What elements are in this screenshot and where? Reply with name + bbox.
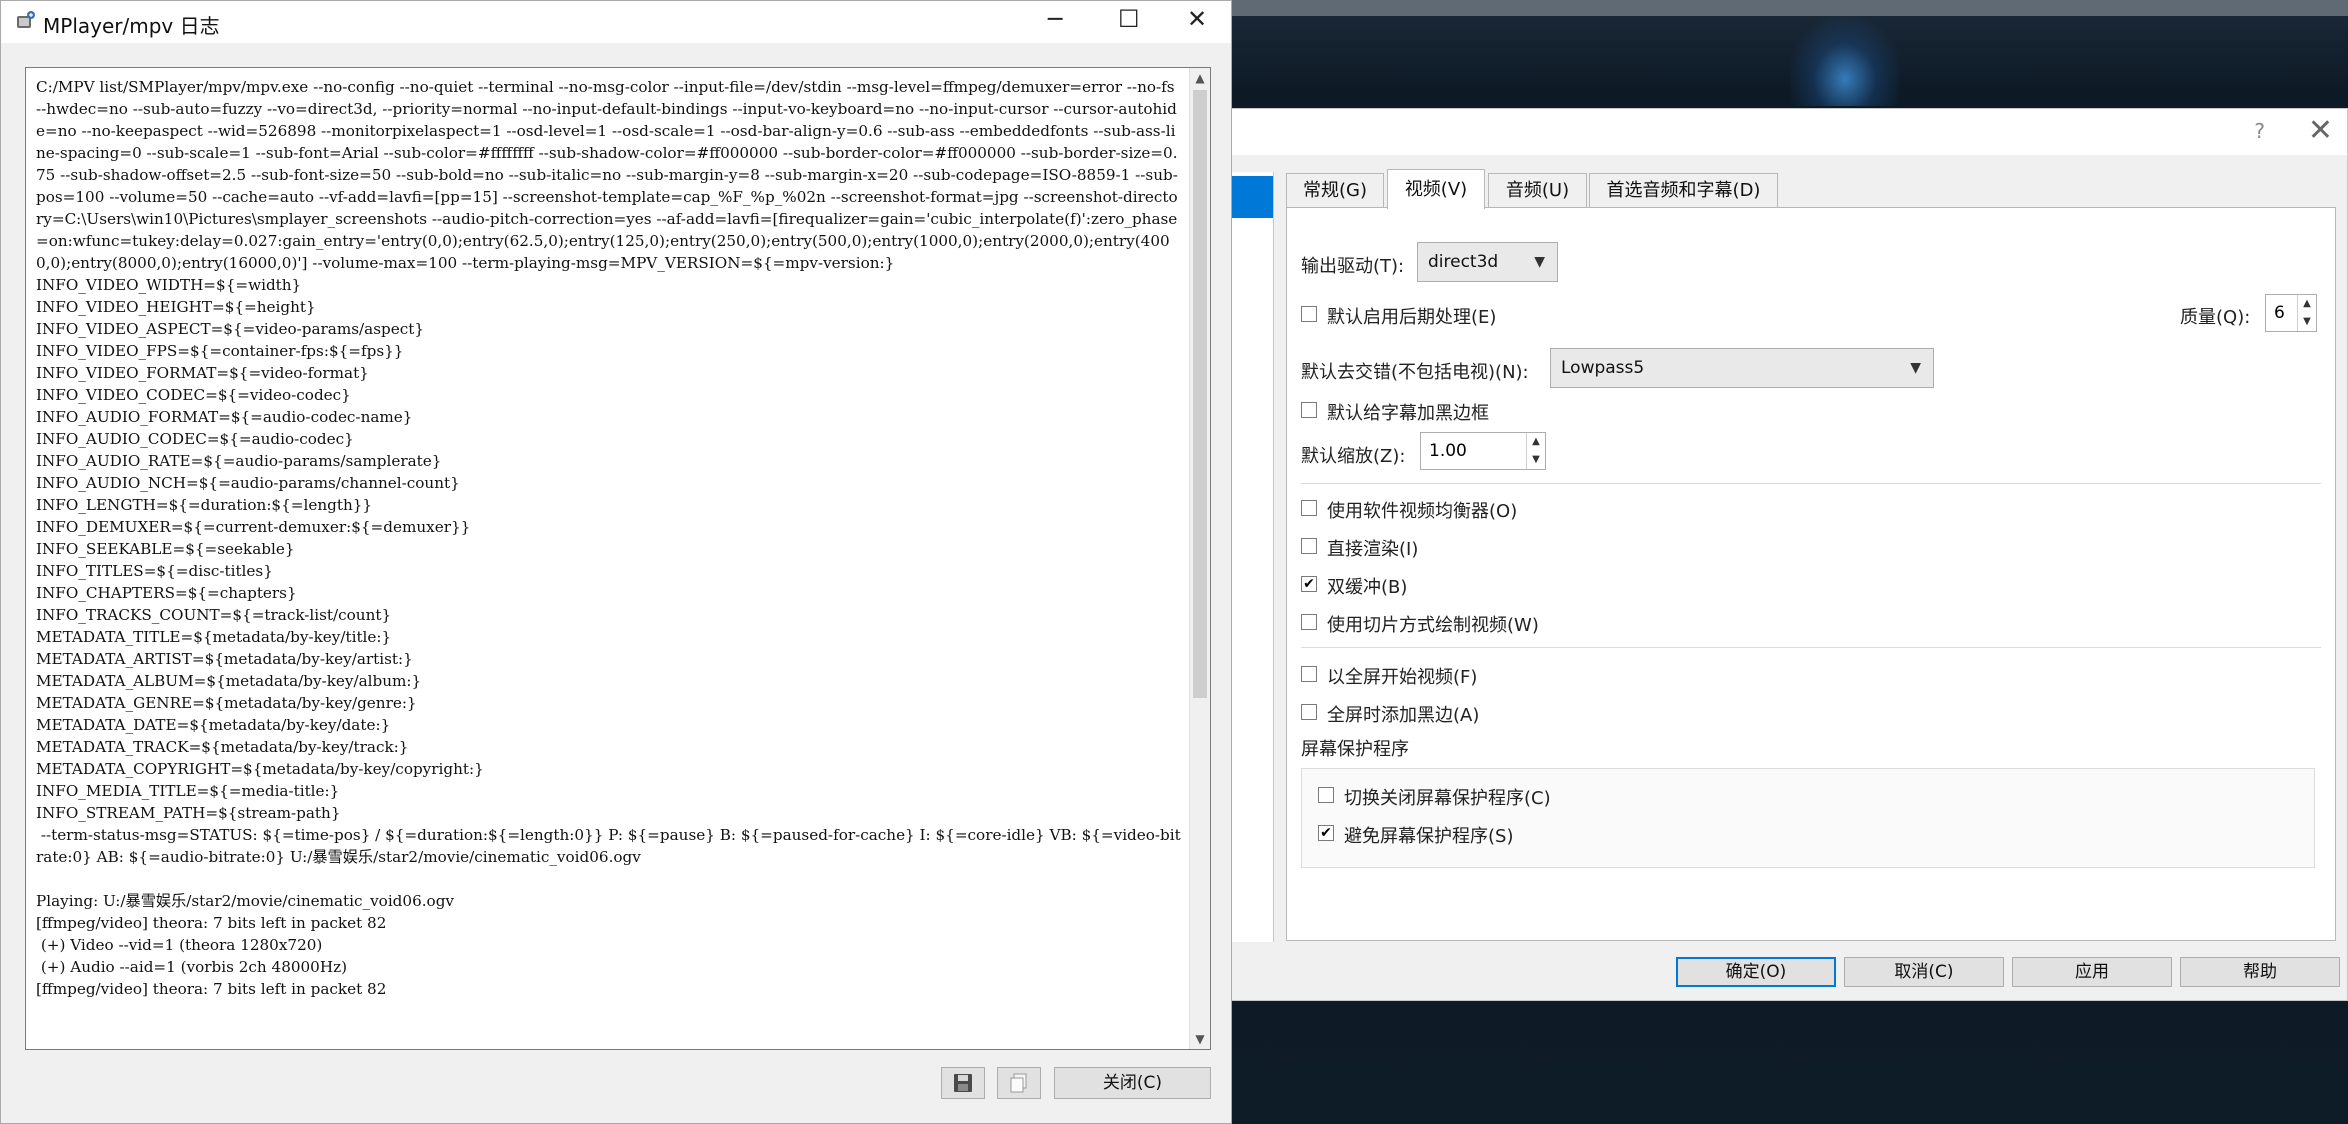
- toggle-screensaver-label: 切换关闭屏幕保护程序(C): [1344, 788, 1551, 809]
- direct-render-checkbox[interactable]: [1301, 538, 1317, 554]
- output-driver-label: 输出驱动(T):: [1301, 256, 1405, 277]
- start-fullscreen-label: 以全屏开始视频(F): [1327, 667, 1478, 688]
- log-close-button[interactable]: 关闭(C): [1054, 1067, 1211, 1099]
- apply-button[interactable]: 应用: [2012, 957, 2172, 987]
- log-titlebar[interactable]: MPlayer/mpv 日志 ─ ☐ ✕: [1, 1, 1231, 43]
- quality-spinbox[interactable]: 6 ▲ ▼: [2265, 294, 2317, 332]
- zoom-label: 默认缩放(Z):: [1301, 446, 1406, 467]
- chevron-down-icon: ▼: [1534, 254, 1545, 270]
- video-settings-panel: 输出驱动(T): direct3d ▼ 默认启用后期处理(E) 质量(Q): 6…: [1286, 207, 2336, 941]
- save-button[interactable]: [941, 1067, 985, 1099]
- preferences-titlebar[interactable]: ? ✕: [1231, 109, 2347, 155]
- preferences-dialog: ? ✕ 常规(G) 视频(V) 音频(U) 首选音频和字幕(D) 输出驱动(T)…: [1230, 108, 2348, 1001]
- output-driver-value: direct3d: [1428, 252, 1499, 272]
- spin-arrows-icon[interactable]: ▲ ▼: [1526, 433, 1545, 469]
- fullscreen-borders-checkbox[interactable]: [1301, 704, 1317, 720]
- minimize-icon[interactable]: ─: [1048, 5, 1062, 33]
- preferences-section-selected[interactable]: [1231, 176, 1273, 218]
- deinterlace-label: 默认去交错(不包括电视)(N):: [1301, 362, 1529, 383]
- chevron-down-icon: ▼: [1910, 360, 1921, 376]
- close-icon[interactable]: ✕: [1187, 5, 1207, 33]
- slices-label: 使用切片方式绘制视频(W): [1327, 615, 1539, 636]
- divider: [1301, 483, 2321, 484]
- start-fullscreen-checkbox[interactable]: [1301, 666, 1317, 682]
- tab-video[interactable]: 视频(V): [1387, 169, 1485, 209]
- sub-black-border-checkbox[interactable]: [1301, 402, 1317, 418]
- avoid-screensaver-checkbox[interactable]: ✔: [1318, 825, 1334, 841]
- help-button[interactable]: 帮助: [2180, 957, 2340, 987]
- scroll-up-icon[interactable]: ▲: [1190, 68, 1210, 88]
- mplayer-app-icon: [17, 11, 35, 28]
- software-eq-label: 使用软件视频均衡器(O): [1327, 501, 1518, 522]
- scroll-down-icon[interactable]: ▼: [1190, 1029, 1210, 1049]
- deinterlace-value: Lowpass5: [1561, 358, 1645, 378]
- log-window-title: MPlayer/mpv 日志: [43, 14, 220, 38]
- tab-audio[interactable]: 音频(U): [1488, 173, 1587, 207]
- quality-label: 质量(Q):: [2180, 307, 2251, 328]
- toggle-screensaver-checkbox[interactable]: [1318, 787, 1334, 803]
- video-frame-glow: [1790, 16, 1900, 106]
- divider: [1301, 647, 2321, 648]
- quality-value: 6: [2274, 303, 2285, 323]
- copy-button[interactable]: [997, 1067, 1041, 1099]
- video-top-strip: [1230, 0, 2348, 16]
- screensaver-group: 切换关闭屏幕保护程序(C) ✔ 避免屏幕保护程序(S): [1301, 768, 2315, 868]
- deinterlace-select[interactable]: Lowpass5 ▼: [1550, 348, 1934, 388]
- log-scrollbar[interactable]: ▲ ▼: [1189, 68, 1210, 1049]
- double-buffer-checkbox[interactable]: ✔: [1301, 576, 1317, 592]
- output-driver-select[interactable]: direct3d ▼: [1417, 242, 1558, 282]
- double-buffer-label: 双缓冲(B): [1327, 577, 1408, 598]
- sub-black-border-label: 默认给字幕加黑边框: [1327, 403, 1489, 424]
- postprocessing-checkbox[interactable]: [1301, 306, 1317, 322]
- fullscreen-borders-label: 全屏时添加黑边(A): [1327, 705, 1480, 726]
- copy-icon: [1010, 1073, 1027, 1093]
- scroll-thumb[interactable]: [1193, 90, 1207, 698]
- tab-preferred-audio-subtitles[interactable]: 首选音频和字幕(D): [1589, 173, 1778, 207]
- log-output[interactable]: C:/MPV list/SMPlayer/mpv/mpv.exe --no-co…: [25, 67, 1211, 1050]
- maximize-icon[interactable]: ☐: [1118, 5, 1140, 33]
- avoid-screensaver-label: 避免屏幕保护程序(S): [1344, 826, 1514, 847]
- log-window: MPlayer/mpv 日志 ─ ☐ ✕ C:/MPV list/SMPlaye…: [0, 0, 1232, 1124]
- slices-checkbox[interactable]: [1301, 614, 1317, 630]
- close-icon[interactable]: ✕: [2308, 113, 2333, 148]
- spin-arrows-icon[interactable]: ▲ ▼: [2297, 295, 2316, 331]
- screensaver-header: 屏幕保护程序: [1301, 739, 1409, 760]
- cancel-button[interactable]: 取消(C): [1844, 957, 2004, 987]
- direct-render-label: 直接渲染(I): [1327, 539, 1419, 560]
- log-text: C:/MPV list/SMPlayer/mpv/mpv.exe --no-co…: [36, 78, 1181, 998]
- save-icon: [954, 1074, 972, 1092]
- preferences-section-list[interactable]: [1231, 172, 1274, 942]
- help-icon[interactable]: ?: [2254, 119, 2265, 143]
- ok-button[interactable]: 确定(O): [1676, 957, 1836, 987]
- tab-general[interactable]: 常规(G): [1286, 173, 1384, 207]
- postprocessing-label: 默认启用后期处理(E): [1327, 307, 1497, 328]
- software-eq-checkbox[interactable]: [1301, 500, 1317, 516]
- zoom-value: 1.00: [1429, 441, 1467, 461]
- zoom-spinbox[interactable]: 1.00 ▲ ▼: [1420, 432, 1546, 470]
